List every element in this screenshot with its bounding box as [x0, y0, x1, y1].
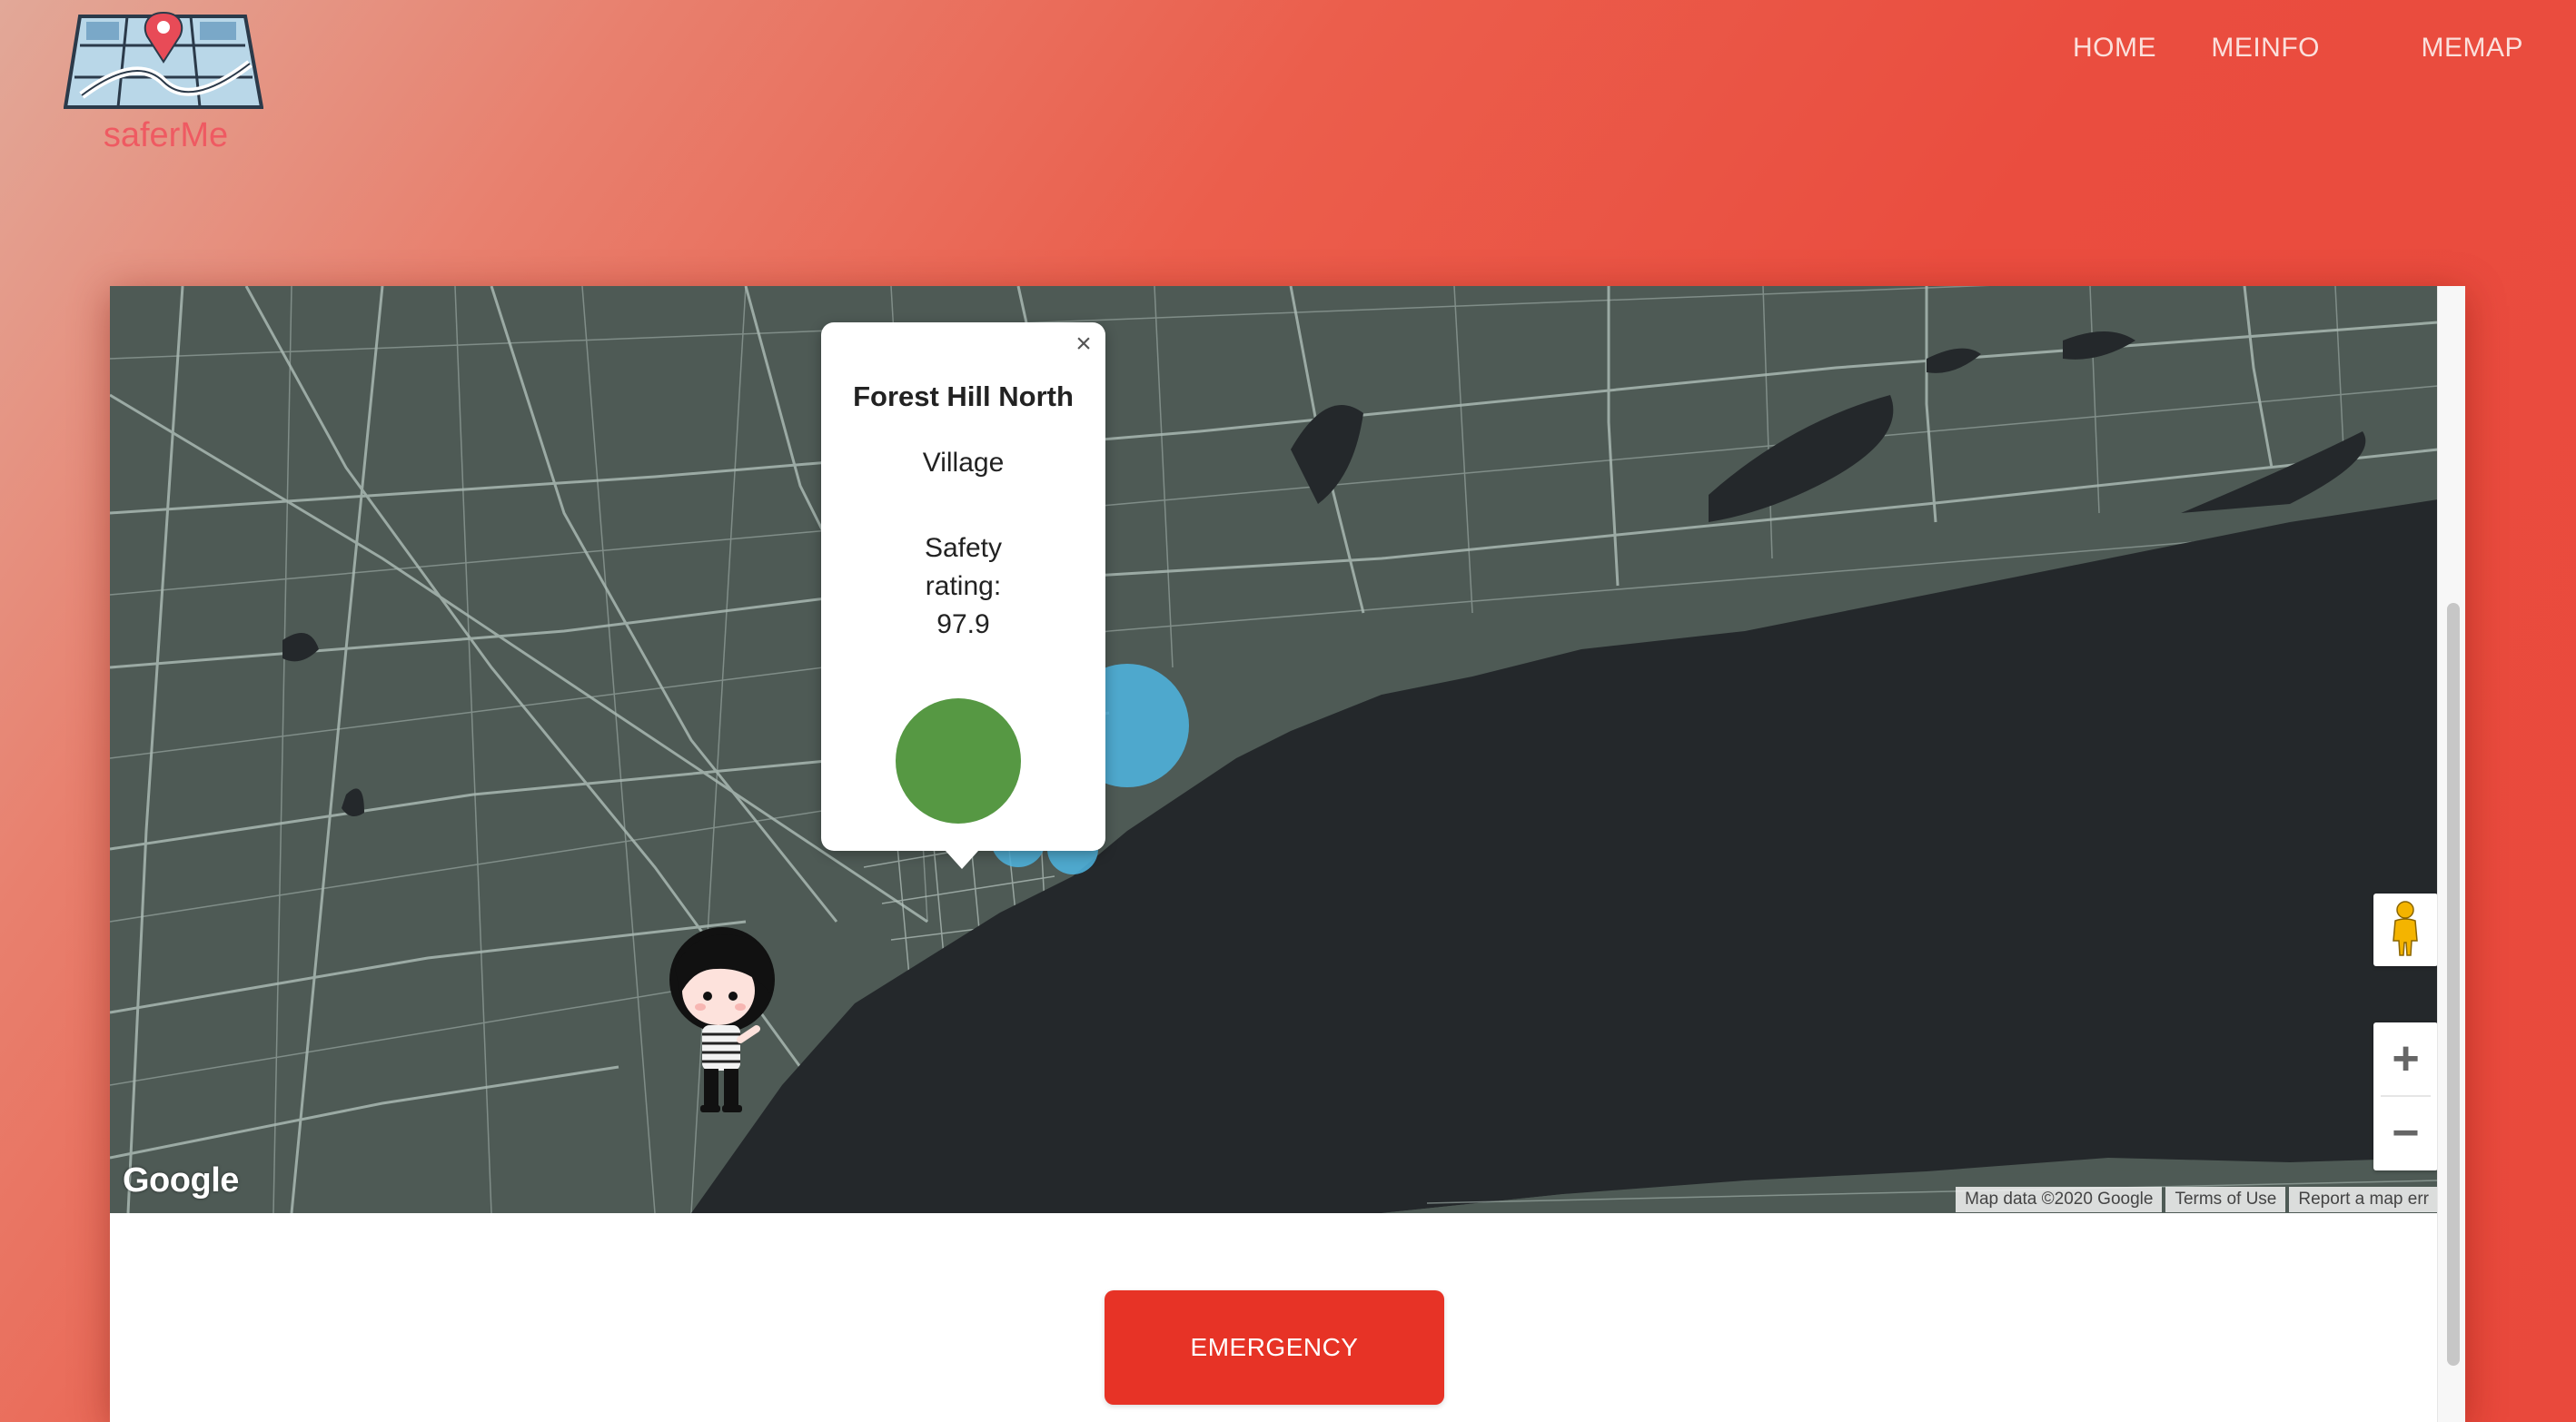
info-window: × Forest Hill North Village Safety ratin… — [821, 322, 1105, 869]
popup-title: Forest Hill North — [853, 380, 1074, 412]
popup-type: Village — [922, 448, 1005, 478]
scrollbar-track[interactable] — [2437, 286, 2465, 1422]
zoom-out-button[interactable]: − — [2373, 1097, 2438, 1170]
logo[interactable] — [64, 9, 267, 111]
pegman-icon — [2393, 901, 2418, 956]
nav-home[interactable]: HOME — [2073, 33, 2156, 64]
emergency-button[interactable]: EMERGENCY — [1105, 1290, 1444, 1405]
brand-name: saferMe — [103, 116, 229, 154]
main-card: × Forest Hill North Village Safety ratin… — [110, 286, 2465, 1422]
scrollbar-thumb[interactable] — [2447, 603, 2460, 1366]
zoom-controls: + − — [2373, 1022, 2438, 1170]
map-view[interactable]: × Forest Hill North Village Safety ratin… — [110, 286, 2438, 1213]
rating-value: 97.9 — [936, 609, 990, 639]
map-canvas — [110, 286, 2438, 1213]
user-avatar-icon[interactable] — [662, 913, 789, 1121]
safety-status-dot — [896, 698, 1021, 824]
close-icon[interactable]: × — [1067, 328, 1100, 360]
map-data-text: Map data ©2020 Google — [1956, 1187, 2163, 1212]
street-view-button[interactable] — [2373, 894, 2438, 966]
zoom-in-button[interactable]: + — [2373, 1022, 2438, 1095]
rating-label-line2: rating: — [925, 571, 1002, 601]
terms-link[interactable]: Terms of Use — [2165, 1187, 2286, 1212]
google-logo[interactable]: Google — [123, 1161, 239, 1200]
nav-memap[interactable]: MEMAP — [2421, 33, 2523, 64]
map-logo-icon — [64, 11, 263, 109]
nav-meinfo[interactable]: MEINFO — [2211, 33, 2320, 64]
report-link[interactable]: Report a map err — [2289, 1187, 2438, 1212]
safety-rating: Safety rating: 97.9 — [821, 529, 1105, 644]
rating-label-line1: Safety — [924, 533, 1003, 563]
map-attribution: Map data ©2020 Google Terms of Use Repor… — [1952, 1187, 2438, 1212]
